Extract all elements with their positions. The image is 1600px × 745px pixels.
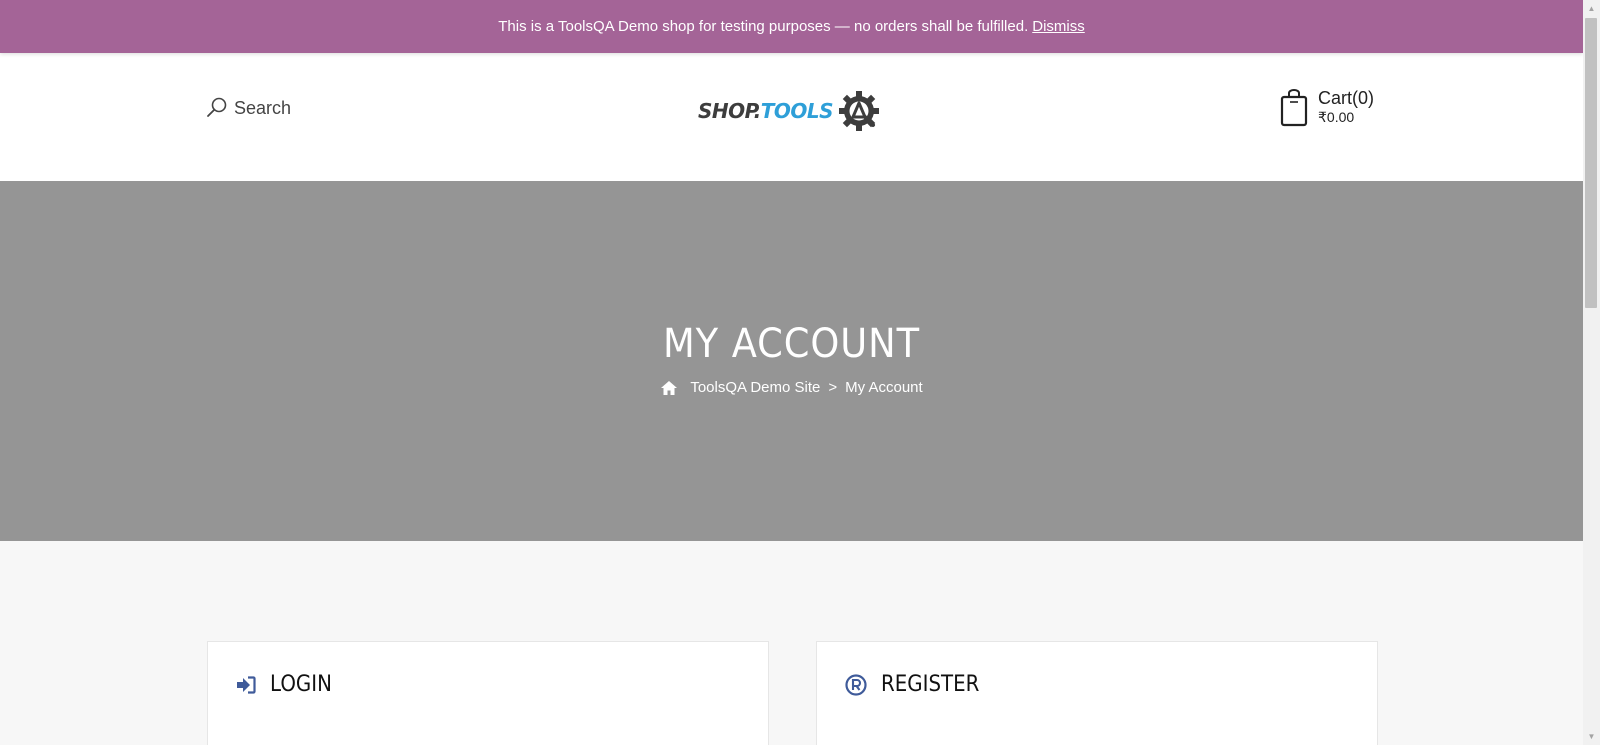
page-hero: MY ACCOUNT ToolsQA Demo Site > My Accoun… — [0, 181, 1583, 541]
register-title: REGISTER — [881, 672, 980, 697]
scroll-up-arrow-icon[interactable]: ▲ — [1583, 0, 1600, 17]
shopping-bag-icon — [1280, 89, 1308, 127]
demo-notice-text: This is a ToolsQA Demo shop for testing … — [498, 18, 1029, 35]
breadcrumb-home-link[interactable]: ToolsQA Demo Site — [690, 379, 820, 396]
search-label: Search — [234, 97, 292, 118]
login-title: LOGIN — [270, 672, 332, 697]
login-section: LOGIN — [207, 641, 769, 745]
logo-text-tools: TOOLS — [760, 99, 834, 123]
demo-notice-bar: This is a ToolsQA Demo shop for testing … — [0, 0, 1583, 53]
breadcrumb: ToolsQA Demo Site > My Account — [0, 379, 1583, 396]
breadcrumb-current: My Account — [845, 379, 923, 396]
registered-icon — [845, 673, 867, 696]
cart-info: Cart(0) ₹0.00 — [1318, 89, 1374, 124]
page: This is a ToolsQA Demo shop for testing … — [0, 0, 1583, 745]
page-title: MY ACCOUNT — [663, 321, 920, 367]
vertical-scrollbar[interactable]: ▲ ▼ — [1583, 0, 1600, 745]
search-toggle[interactable]: Search — [206, 97, 291, 119]
scrollbar-thumb[interactable] — [1585, 18, 1597, 308]
home-icon[interactable] — [660, 380, 678, 396]
register-section: REGISTER — [816, 641, 1378, 745]
search-icon — [207, 97, 227, 117]
gear-qa-icon — [839, 91, 880, 131]
cart-total: ₹0.00 — [1318, 109, 1355, 125]
dismiss-link[interactable]: Dismiss — [1032, 18, 1085, 35]
logo-text-shop: SHOP. — [698, 99, 761, 123]
cart-button[interactable]: Cart(0) ₹0.00 — [1280, 89, 1374, 127]
register-heading: REGISTER — [845, 672, 990, 697]
logo-text: SHOP.TOOLS — [698, 99, 834, 123]
breadcrumb-separator: > — [828, 379, 838, 396]
sign-in-icon — [237, 675, 256, 694]
login-heading: LOGIN — [236, 672, 339, 697]
cart-count-label: Cart(0) — [1318, 88, 1375, 108]
scroll-down-arrow-icon[interactable]: ▼ — [1583, 728, 1600, 745]
site-logo[interactable]: SHOP.TOOLS — [698, 87, 883, 135]
site-header: Search SHOP.TOOLS Cart(0) ₹0.00 — [0, 53, 1583, 181]
